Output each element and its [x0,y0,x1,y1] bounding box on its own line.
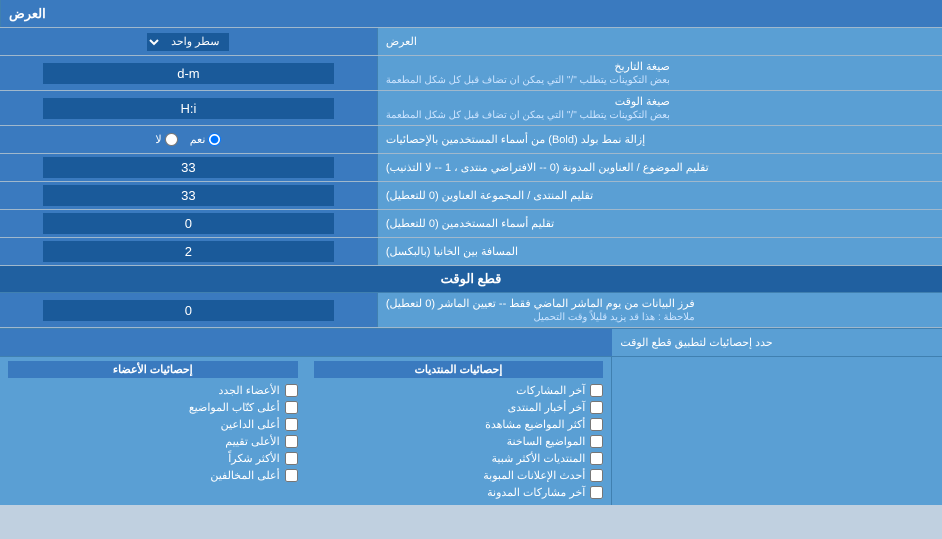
bold-yes-label[interactable]: نعم [190,133,222,146]
stats-col1-item-6: آخر مشاركات المدونة [314,484,604,501]
time-format-input[interactable] [43,98,335,119]
page-title: العرض [9,6,46,22]
stats-col1-item-0: آخر المشاركات [314,382,604,399]
stats-col1-item-1: آخر أخبار المنتدى [314,399,604,416]
stats-col1-check-4[interactable] [590,452,603,465]
forum-addresses-label: تقليم المنتدى / المجموعة العناوين (0 للت… [386,189,593,202]
topics-titles-input[interactable] [43,157,335,178]
stats-col2-check-3[interactable] [285,435,298,448]
cutoff-sublabel: ملاحظة : هذا قد يزيد قليلاً وقت التحميل [386,312,695,323]
date-format-sublabel: بعض التكوينات يتطلب "/" التي يمكن ان تضا… [386,75,670,86]
cutoff-input[interactable] [43,300,335,321]
stats-col1-check-6[interactable] [590,486,603,499]
stats-col2-item-5: أعلى المخالفين [8,467,298,484]
date-format-label: صيغة التاريخ [386,60,670,73]
cutoff-section-header: قطع الوقت [0,266,942,292]
cutoff-label: فرز البيانات من يوم الماشر الماضي فقط --… [386,297,695,310]
topics-titles-label: تقليم الموضوع / العناوين المدونة (0 -- ا… [386,161,709,174]
stats-col1-check-5[interactable] [590,469,603,482]
display-mode-select[interactable]: سطر واحد سطران ثلاثة أسطر [147,33,229,51]
date-format-input[interactable] [43,63,335,84]
stats-col2-title: إحصائيات الأعضاء [8,361,298,378]
space-between-input[interactable] [43,241,335,262]
stats-col1-check-3[interactable] [590,435,603,448]
stats-col2-item-4: الأكثر شكراً [8,450,298,467]
stats-col2-item-1: أعلى كتّاب المواضيع [8,399,298,416]
stats-col2-check-4[interactable] [285,452,298,465]
bold-no-radio[interactable] [165,133,178,146]
stats-col2-check-2[interactable] [285,418,298,431]
display-mode-label: العرض [386,35,417,48]
bold-yes-radio[interactable] [208,133,221,146]
stats-apply-label: حدد إحصائيات لتطبيق قطع الوقت [612,329,942,356]
space-between-label: المسافة بين الخانيا (بالبكسل) [386,245,518,258]
stats-col2-check-1[interactable] [285,401,298,414]
bold-remove-label: إزالة نمط بولد (Bold) من أسماء المستخدمي… [386,133,645,146]
bold-no-label[interactable]: لا [155,133,177,146]
stats-col1-item-4: المنتديات الأكثر شبية [314,450,604,467]
stats-col2-check-5[interactable] [285,469,298,482]
stats-col2-item-3: الأعلى تقييم [8,433,298,450]
stats-col1-check-2[interactable] [590,418,603,431]
forum-addresses-input[interactable] [43,185,335,206]
usernames-trim-input[interactable] [43,213,335,234]
time-format-sublabel: بعض التكوينات يتطلب "/" التي يمكن ان تضا… [386,110,670,121]
stats-col1-check-1[interactable] [590,401,603,414]
stats-col1-title: إحصائيات المنتديات [314,361,604,378]
stats-col1-item-2: أكثر المواضيع مشاهدة [314,416,604,433]
stats-col1-item-5: أحدث الإعلانات المبوبة [314,467,604,484]
time-format-label: صيغة الوقت [386,95,670,108]
stats-col1-item-3: المواضيع الساخنة [314,433,604,450]
stats-col1-check-0[interactable] [590,384,603,397]
usernames-trim-label: تقليم أسماء المستخدمين (0 للتعطيل) [386,217,554,230]
stats-col2-item-0: الأعضاء الجدد [8,382,298,399]
stats-col2-item-2: أعلى الداعين [8,416,298,433]
stats-col2-check-0[interactable] [285,384,298,397]
